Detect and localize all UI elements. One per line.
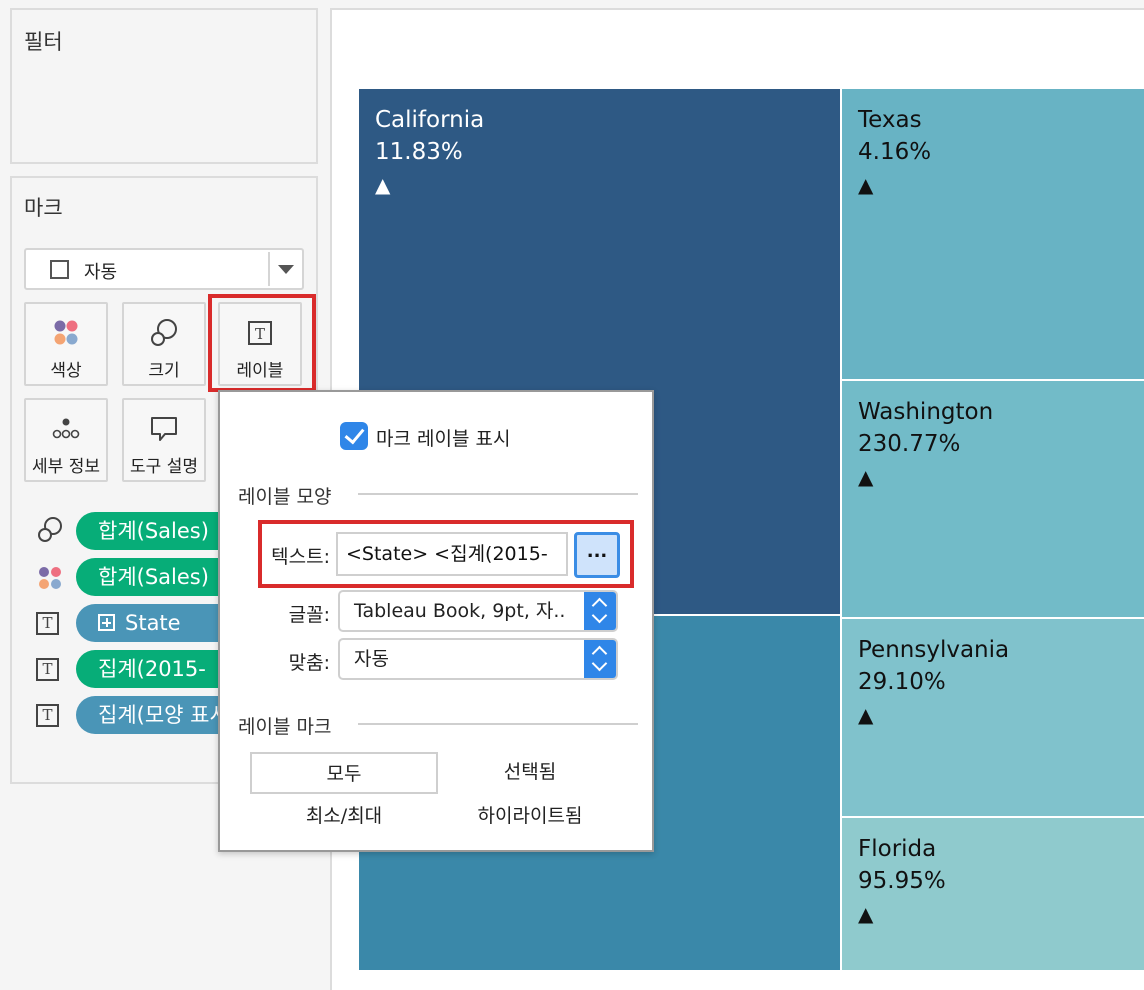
size-button-label: 크기: [148, 361, 180, 381]
tile-washington[interactable]: Washington 230.77% ▲: [842, 381, 1144, 617]
alignment-select-value: 자동: [354, 648, 389, 670]
label-marks-highlighted[interactable]: 하이라이트됨: [436, 796, 624, 838]
up-triangle-icon: ▲: [858, 902, 874, 926]
marks-title: 마크: [24, 196, 63, 220]
label-marks-selected[interactable]: 선택됨: [436, 752, 624, 794]
label-button-label: 레이블: [236, 361, 284, 381]
font-label: 글꼴:: [288, 604, 330, 626]
expand-plus-icon[interactable]: [98, 614, 115, 631]
mark-type-dropdown[interactable]: 자동: [24, 248, 304, 290]
text-icon: T: [36, 612, 59, 635]
filters-title: 필터: [24, 30, 63, 54]
label-appearance-title: 레이블 모양: [238, 486, 332, 508]
text-icon: T: [36, 658, 59, 681]
pill-state-text: State: [125, 611, 181, 635]
tile-name: Washington: [858, 399, 994, 425]
text-field-label: 텍스트:: [271, 546, 330, 568]
tile-percent: 95.95%: [858, 868, 946, 894]
label-text-field[interactable]: <State> <집계(2015-: [336, 532, 568, 576]
label-marks-title: 레이블 마크: [238, 716, 332, 738]
up-triangle-icon: ▲: [375, 173, 391, 197]
tile-pennsylvania[interactable]: Pennsylvania 29.10% ▲: [842, 619, 1144, 816]
tile-florida[interactable]: Florida 95.95% ▲: [842, 818, 1144, 970]
tile-percent: 230.77%: [858, 431, 961, 457]
chevron-down-icon[interactable]: [278, 265, 294, 274]
dropdown-separator: [268, 252, 270, 286]
square-mark-icon: [50, 260, 69, 279]
label-button[interactable]: T 레이블: [218, 302, 302, 386]
tile-name: California: [375, 107, 485, 133]
up-triangle-icon: ▲: [858, 703, 874, 727]
detail-button-label: 세부 정보: [32, 457, 100, 477]
tooltip-button-label: 도구 설명: [130, 457, 198, 477]
chevron-updown-icon[interactable]: [584, 592, 616, 630]
detail-button[interactable]: 세부 정보: [24, 398, 108, 482]
detail-icon: [52, 418, 80, 439]
color-icon: [39, 567, 61, 589]
color-icon: [54, 320, 78, 345]
chevron-updown-icon[interactable]: [584, 640, 616, 678]
size-button[interactable]: 크기: [122, 302, 206, 386]
color-button-label: 색상: [50, 361, 82, 381]
tile-name: Florida: [858, 836, 937, 862]
tile-texas[interactable]: Texas 4.16% ▲: [842, 89, 1144, 379]
mark-type-value: 자동: [84, 262, 118, 283]
font-select[interactable]: Tableau Book, 9pt, 자..: [338, 590, 618, 632]
section-divider: [358, 493, 638, 495]
tile-percent: 4.16%: [858, 139, 932, 165]
tile-percent: 11.83%: [375, 139, 463, 165]
edit-text-button[interactable]: ...: [574, 532, 620, 578]
filters-shelf[interactable]: 필터: [10, 8, 318, 164]
alignment-label: 맞춤:: [288, 652, 330, 674]
show-labels-label[interactable]: 마크 레이블 표시: [376, 424, 510, 451]
label-marks-minmax[interactable]: 최소/최대: [250, 796, 438, 838]
section-divider: [358, 723, 638, 725]
tile-percent: 29.10%: [858, 669, 946, 695]
size-icon: [38, 517, 62, 542]
size-icon: [151, 319, 177, 346]
up-triangle-icon: ▲: [858, 173, 874, 197]
show-labels-checkbox[interactable]: [340, 422, 368, 450]
tile-name: Texas: [858, 107, 922, 133]
tooltip-button[interactable]: 도구 설명: [122, 398, 206, 482]
alignment-select[interactable]: 자동: [338, 638, 618, 680]
text-icon: T: [248, 321, 272, 345]
tile-name: Pennsylvania: [858, 637, 1010, 663]
tooltip-icon: [151, 417, 177, 441]
svg-text:T: T: [255, 325, 265, 343]
label-marks-all[interactable]: 모두: [250, 752, 438, 794]
font-select-value: Tableau Book, 9pt, 자..: [354, 600, 566, 622]
color-button[interactable]: 색상: [24, 302, 108, 386]
text-icon: T: [36, 704, 59, 727]
label-popup: 마크 레이블 표시 레이블 모양 텍스트: <State> <집계(2015- …: [218, 390, 654, 852]
up-triangle-icon: ▲: [858, 465, 874, 489]
